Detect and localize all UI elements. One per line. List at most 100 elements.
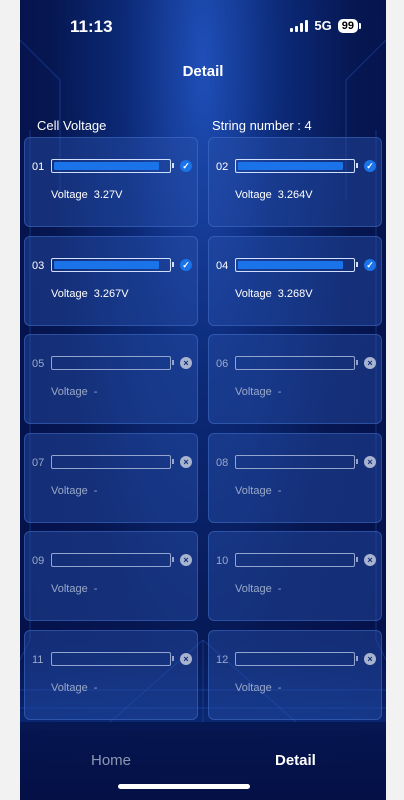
voltage-label: Voltage [51, 386, 88, 399]
close-icon: × [364, 554, 376, 567]
voltage-value: - [277, 682, 282, 694]
cell-number: 03 [32, 259, 45, 272]
voltage-label: Voltage [51, 583, 88, 596]
cell-card: 10 × Voltage - [208, 531, 382, 622]
close-icon: × [364, 653, 376, 665]
close-icon: × [180, 554, 192, 567]
voltage-label: Voltage [235, 682, 272, 694]
cell-card: 07 × Voltage - [24, 432, 198, 523]
cell-voltage: Voltage - [51, 682, 97, 694]
cell-battery-bar [235, 553, 358, 568]
cell-voltage: Voltage 3.27V [51, 189, 122, 201]
cell-battery-bar [235, 652, 358, 666]
cell-voltage: Voltage - [235, 485, 281, 497]
cell-voltage: Voltage 3.264V [235, 189, 313, 201]
cell-card: 05 × Voltage - [24, 334, 198, 425]
close-icon: × [180, 653, 192, 665]
cell-battery-bar [51, 257, 174, 272]
cell-voltage-label: Cell Voltage [37, 118, 107, 133]
cell-battery-fill [54, 260, 159, 269]
check-icon: ✓ [364, 258, 376, 271]
signal-icon [290, 19, 309, 32]
cell-number: 06 [216, 358, 229, 371]
cell-number: 02 [216, 161, 229, 173]
cell-battery-bar [51, 159, 174, 173]
cell-battery-fill [238, 162, 343, 170]
voltage-value: 3.27V [93, 189, 123, 201]
voltage-label: Voltage [235, 189, 272, 201]
cell-card: 02 ✓ Voltage 3.264V [208, 137, 382, 227]
cell-battery-fill [54, 162, 159, 170]
voltage-value: - [277, 386, 282, 399]
status-indicators: 5G 99 [290, 18, 362, 33]
voltage-value: - [93, 682, 98, 694]
home-indicator [118, 784, 250, 789]
voltage-value: - [93, 484, 98, 497]
check-icon: ✓ [364, 160, 376, 172]
app-screen: 11:13 5G 99 Detail Cell Voltage String n… [20, 0, 386, 800]
close-icon: × [364, 455, 376, 468]
voltage-value: 3.267V [93, 287, 129, 300]
cell-battery-bar [51, 652, 174, 666]
voltage-label: Voltage [235, 386, 272, 399]
cell-card: 09 × Voltage - [24, 531, 198, 622]
voltage-value: - [277, 583, 282, 596]
cell-number: 05 [32, 358, 45, 371]
cell-voltage: Voltage - [235, 386, 281, 398]
cell-battery-bar [51, 454, 174, 469]
cell-voltage: Voltage - [51, 386, 97, 398]
voltage-label: Voltage [235, 484, 272, 497]
string-number-label: String number : 4 [212, 118, 312, 133]
close-icon: × [180, 357, 192, 370]
cell-card: 06 × Voltage - [208, 334, 382, 425]
cell-battery-bar [235, 159, 358, 173]
cell-number: 07 [32, 456, 45, 469]
tab-detail[interactable]: Detail [275, 752, 316, 769]
cell-card: 03 ✓ Voltage 3.267V [24, 235, 198, 326]
cell-number: 08 [216, 456, 229, 469]
status-bar: 11:13 5G 99 [20, 0, 386, 50]
check-icon: ✓ [180, 258, 192, 271]
cell-card: 12 × Voltage - [208, 630, 382, 720]
cell-card: 08 × Voltage - [208, 432, 382, 523]
cell-battery-bar [51, 553, 174, 568]
voltage-label: Voltage [51, 189, 88, 201]
cell-voltage: Voltage 3.268V [235, 288, 313, 300]
page-title: Detail [182, 63, 224, 80]
check-icon: ✓ [180, 160, 192, 172]
close-icon: × [180, 455, 192, 468]
cell-card: 11 × Voltage - [24, 630, 198, 720]
voltage-label: Voltage [51, 484, 88, 497]
cell-voltage: Voltage - [51, 485, 97, 497]
voltage-label: Voltage [235, 583, 272, 596]
cell-number: 09 [32, 555, 45, 568]
cell-voltage: Voltage - [235, 583, 281, 595]
voltage-label: Voltage [51, 682, 88, 694]
cell-number: 01 [32, 161, 45, 173]
close-icon: × [364, 357, 376, 370]
cell-battery-bar [235, 257, 358, 272]
cell-battery-bar [235, 454, 358, 469]
voltage-label: Voltage [51, 287, 88, 300]
battery-icon: 99 [337, 18, 362, 33]
voltage-value: - [93, 386, 98, 399]
cell-voltage: Voltage 3.267V [51, 288, 129, 300]
cell-battery-bar [235, 356, 358, 371]
voltage-label: Voltage [235, 287, 272, 300]
cell-card: 04 ✓ Voltage 3.268V [208, 235, 382, 326]
cell-voltage: Voltage - [235, 682, 281, 694]
cell-battery-bar [51, 356, 174, 371]
cell-number: 11 [32, 654, 44, 666]
cell-number: 04 [216, 259, 229, 272]
voltage-value: - [277, 484, 282, 497]
cell-number: 10 [216, 555, 229, 568]
network-label: 5G [314, 18, 332, 33]
voltage-value: 3.268V [277, 287, 313, 300]
status-time: 11:13 [70, 17, 113, 36]
cell-battery-fill [238, 260, 343, 269]
tab-home[interactable]: Home [91, 752, 131, 769]
voltage-value: - [93, 583, 98, 596]
cell-voltage: Voltage - [51, 583, 97, 595]
voltage-value: 3.264V [277, 189, 313, 201]
cell-card: 01 ✓ Voltage 3.27V [24, 137, 198, 227]
